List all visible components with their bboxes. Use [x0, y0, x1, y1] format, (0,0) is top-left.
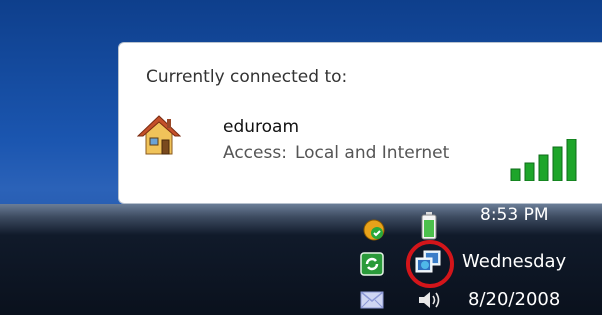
- network-status-popup: Currently connected to: eduroam Access: L…: [118, 42, 602, 204]
- highlight-ring: [406, 240, 454, 288]
- clock-day[interactable]: Wednesday: [462, 251, 566, 272]
- network-access: Access: Local and Internet: [223, 143, 457, 163]
- access-label: Access:: [223, 143, 287, 163]
- clock-date[interactable]: 8/20/2008: [468, 289, 560, 310]
- clock-time[interactable]: 8:53 PM: [480, 205, 549, 225]
- home-network-icon: [137, 115, 181, 155]
- network-name: eduroam: [223, 117, 300, 137]
- battery-icon[interactable]: [420, 212, 438, 240]
- sync-icon[interactable]: [360, 252, 384, 276]
- signal-strength-icon: [510, 139, 577, 181]
- shield-update-icon[interactable]: [362, 218, 386, 242]
- access-value: Local and Internet: [294, 143, 450, 163]
- popup-heading: Currently connected to:: [146, 67, 348, 87]
- volume-icon[interactable]: [417, 290, 441, 310]
- mail-icon[interactable]: [360, 290, 384, 310]
